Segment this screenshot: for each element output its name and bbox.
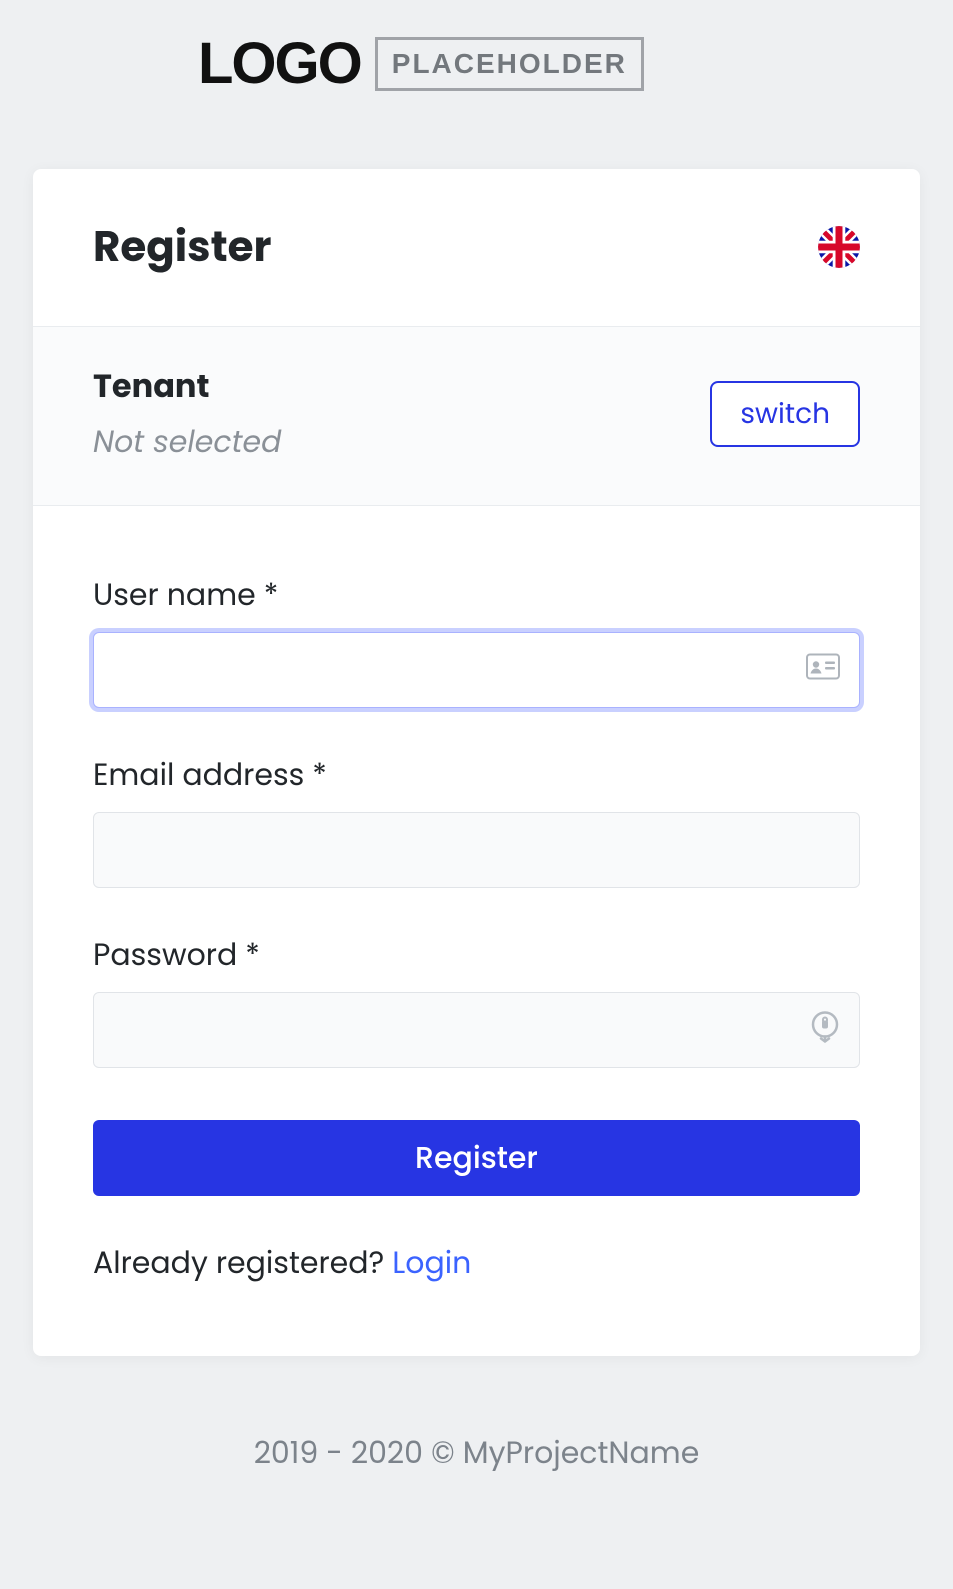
password-label: Password * <box>93 932 860 978</box>
username-input[interactable] <box>93 632 860 708</box>
register-card: Register Tenant Not selected <box>33 169 920 1356</box>
login-link[interactable]: Login <box>392 1241 471 1284</box>
register-button[interactable]: Register <box>93 1120 860 1196</box>
email-input[interactable] <box>93 812 860 888</box>
logo-placeholder-box: PLACEHOLDER <box>375 37 644 91</box>
password-lock-icon <box>810 1010 840 1051</box>
language-flag-icon[interactable] <box>818 226 860 268</box>
tenant-value: Not selected <box>93 419 281 465</box>
logo-text: LOGO <box>198 30 361 97</box>
footer-text: 2019 - 2020 © MyProjectName <box>33 1356 920 1566</box>
switch-tenant-button[interactable]: switch <box>710 381 860 447</box>
id-card-icon <box>806 654 840 687</box>
tenant-label: Tenant <box>93 363 281 411</box>
username-label: User name * <box>93 572 860 618</box>
tenant-section: Tenant Not selected switch <box>33 327 920 506</box>
password-input[interactable] <box>93 992 860 1068</box>
page-title: Register <box>93 215 272 278</box>
already-registered-text: Already registered? <box>93 1241 392 1284</box>
logo: LOGO PLACEHOLDER <box>198 30 920 97</box>
email-label: Email address * <box>93 752 860 798</box>
